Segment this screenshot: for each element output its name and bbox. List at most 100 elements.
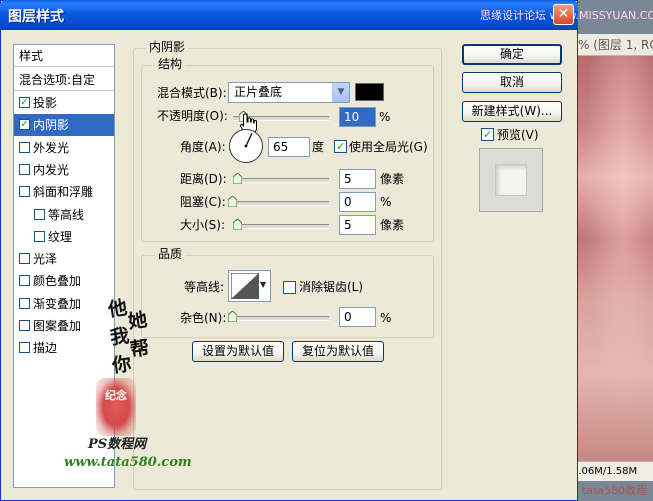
- opacity-input[interactable]: 10: [339, 107, 376, 127]
- preview-label: 预览(V): [497, 128, 539, 142]
- style-item-checkbox[interactable]: [19, 119, 30, 130]
- new-style-button[interactable]: 新建样式(W)...: [462, 101, 562, 122]
- noise-slider[interactable]: [233, 316, 329, 321]
- distance-label: 距离(D):: [180, 172, 227, 186]
- bottom-watermark: tata580教程: [581, 484, 647, 497]
- global-light-label: 使用全局光(G): [349, 140, 428, 154]
- global-light-checkbox[interactable]: [334, 140, 347, 153]
- style-list-item[interactable]: 光泽: [14, 248, 114, 270]
- antialias-checkbox[interactable]: [283, 281, 296, 294]
- blend-mode-select[interactable]: 正片叠底 ▼: [228, 82, 350, 103]
- style-item-checkbox[interactable]: [19, 320, 30, 331]
- style-list-item[interactable]: 渐变叠加: [14, 293, 114, 315]
- contour-picker[interactable]: ▼: [228, 270, 271, 302]
- watermark-url: www.tata580.com: [64, 455, 192, 470]
- contour-preview-icon: [231, 273, 259, 299]
- angle-label: 角度(A):: [180, 140, 226, 154]
- watermark-char: 她: [126, 308, 149, 334]
- style-item-checkbox[interactable]: [34, 209, 45, 220]
- close-icon: ✕: [557, 6, 570, 22]
- antialias-label: 消除锯齿(L): [299, 280, 364, 294]
- blend-options-item[interactable]: 混合选项:自定: [14, 69, 114, 91]
- choke-slider-thumb[interactable]: [228, 196, 237, 207]
- choke-slider[interactable]: [233, 201, 329, 206]
- style-item-checkbox[interactable]: [19, 164, 30, 175]
- red-seal-stamp: [96, 378, 136, 436]
- angle-input[interactable]: 65: [268, 137, 310, 157]
- style-item-checkbox[interactable]: [19, 275, 30, 286]
- dialog-title: 图层样式: [8, 9, 64, 25]
- style-item-label: 渐变叠加: [33, 297, 82, 311]
- angle-unit: 度: [312, 140, 325, 154]
- style-list-item[interactable]: 内发光: [14, 159, 114, 181]
- opacity-label: 不透明度(O):: [157, 109, 228, 123]
- make-default-button[interactable]: 设置为默认值: [192, 341, 284, 362]
- size-input[interactable]: 5: [339, 215, 376, 235]
- distance-unit: 像素: [380, 172, 405, 186]
- style-preview-swatch: [479, 148, 543, 212]
- style-list-item[interactable]: 颜色叠加: [14, 270, 114, 292]
- style-item-label: 等高线: [48, 208, 85, 222]
- style-item-checkbox[interactable]: [19, 97, 30, 108]
- chevron-down-icon: ▼: [260, 280, 267, 289]
- style-item-label: 斜面和浮雕: [33, 185, 94, 199]
- angle-dial[interactable]: [228, 128, 264, 164]
- style-item-label: 描边: [33, 341, 58, 355]
- distance-slider-thumb[interactable]: [233, 173, 242, 184]
- watermark-char: 帮: [128, 336, 151, 362]
- style-list-item[interactable]: 等高线: [14, 204, 114, 226]
- reset-default-button[interactable]: 复位为默认值: [292, 341, 384, 362]
- cancel-button[interactable]: 取消: [462, 72, 562, 93]
- style-list-item[interactable]: 斜面和浮雕: [14, 181, 114, 203]
- structure-title: 结构: [155, 57, 186, 71]
- style-item-label: 内阴影: [33, 118, 70, 132]
- style-list-item[interactable]: 外发光: [14, 137, 114, 159]
- size-slider[interactable]: [233, 224, 329, 229]
- size-label: 大小(S):: [180, 218, 226, 232]
- close-button[interactable]: ✕: [553, 4, 574, 25]
- style-list-header[interactable]: 样式: [14, 45, 114, 67]
- style-list-item[interactable]: 投影: [14, 92, 114, 114]
- choke-input[interactable]: 0: [339, 192, 376, 212]
- style-list-item[interactable]: 内阴影: [14, 114, 114, 136]
- quality-title: 品质: [155, 247, 186, 261]
- contour-label: 等高线:: [184, 280, 225, 294]
- seal-text: 纪念: [105, 389, 127, 402]
- choke-unit: %: [380, 195, 392, 209]
- noise-slider-thumb[interactable]: [228, 311, 237, 322]
- watermark-site-name: PS数程网: [88, 437, 147, 452]
- style-item-checkbox[interactable]: [19, 142, 30, 153]
- watermark-char: 你: [110, 352, 133, 378]
- style-list-item[interactable]: 描边: [14, 337, 114, 359]
- style-list-item[interactable]: 纹理: [14, 226, 114, 248]
- style-item-checkbox[interactable]: [19, 342, 30, 353]
- style-item-label: 纹理: [48, 230, 73, 244]
- distance-input[interactable]: 5: [339, 169, 376, 189]
- size-unit: 像素: [380, 218, 405, 232]
- style-item-label: 内发光: [33, 163, 70, 177]
- style-item-checkbox[interactable]: [19, 253, 30, 264]
- style-item-checkbox[interactable]: [19, 186, 30, 197]
- preview-checkbox[interactable]: [481, 128, 494, 141]
- noise-unit: %: [380, 311, 392, 325]
- size-slider-thumb[interactable]: [233, 219, 242, 230]
- document-canvas-photo[interactable]: [578, 56, 653, 461]
- style-item-label: 光泽: [33, 252, 58, 266]
- noise-label: 杂色(N):: [180, 311, 227, 325]
- style-item-checkbox[interactable]: [34, 231, 45, 242]
- inner-shadow-title: 内阴影: [146, 40, 189, 54]
- style-item-checkbox[interactable]: [19, 298, 30, 309]
- shadow-color-swatch[interactable]: [355, 83, 384, 101]
- noise-input[interactable]: 0: [339, 307, 376, 327]
- style-item-label: 投影: [33, 96, 58, 110]
- distance-slider[interactable]: [233, 178, 329, 183]
- opacity-unit: %: [379, 110, 391, 124]
- blend-mode-value: 正片叠底: [234, 85, 283, 99]
- style-item-label: 外发光: [33, 141, 70, 155]
- chevron-down-icon: ▼: [332, 83, 349, 102]
- choke-label: 阻塞(C):: [180, 195, 226, 209]
- document-title: % (图层 1, RO: [568, 34, 653, 56]
- ok-button[interactable]: 确定: [462, 44, 562, 65]
- style-item-label: 颜色叠加: [33, 274, 82, 288]
- style-list-item[interactable]: 图案叠加: [14, 315, 114, 337]
